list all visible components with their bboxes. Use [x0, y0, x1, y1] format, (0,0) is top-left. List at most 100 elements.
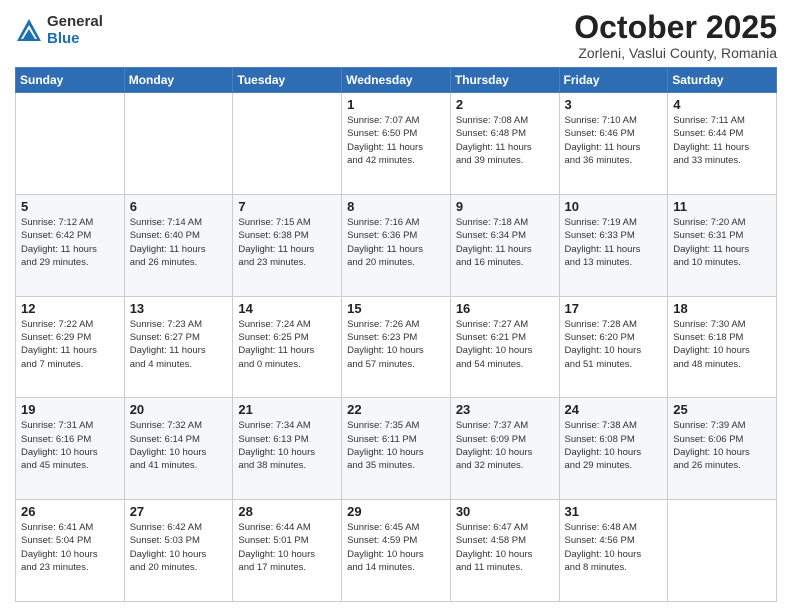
day-info: Sunrise: 7:18 AM Sunset: 6:34 PM Dayligh… — [456, 216, 554, 269]
table-cell: 9Sunrise: 7:18 AM Sunset: 6:34 PM Daylig… — [450, 194, 559, 296]
table-cell: 5Sunrise: 7:12 AM Sunset: 6:42 PM Daylig… — [16, 194, 125, 296]
calendar-week-row: 12Sunrise: 7:22 AM Sunset: 6:29 PM Dayli… — [16, 296, 777, 398]
table-cell: 22Sunrise: 7:35 AM Sunset: 6:11 PM Dayli… — [342, 398, 451, 500]
day-number: 13 — [130, 301, 228, 316]
day-number: 27 — [130, 504, 228, 519]
day-number: 26 — [21, 504, 119, 519]
table-cell: 17 Sunrise: 7:28 AM Sunset: 6:20 PM Dayli… — [559, 296, 668, 398]
day-info: Sunrise: 7:35 AM Sunset: 6:11 PM Dayligh… — [347, 419, 445, 472]
day-info: Sunrise: 6:48 AM Sunset: 4:56 PM Dayligh… — [565, 521, 663, 574]
day-number: 1 — [347, 97, 445, 112]
day-info: Sunrise: 7:24 AM Sunset: 6:25 PM Dayligh… — [238, 318, 336, 371]
day-info: Sunrise: 6:42 AM Sunset: 5:03 PM Dayligh… — [130, 521, 228, 574]
table-cell: 30 Sunrise: 6:47 AM Sunset: 4:58 PM Dayli… — [450, 500, 559, 602]
day-number: 4 — [673, 97, 771, 112]
table-cell: 7 Sunrise: 7:15 AM Sunset: 6:38 PM Daylig… — [233, 194, 342, 296]
day-info: Sunrise: 7:10 AM Sunset: 6:46 PM Dayligh… — [565, 114, 663, 167]
day-info: Sunrise: 6:45 AM Sunset: 4:59 PM Dayligh… — [347, 521, 445, 574]
day-number: 16 — [456, 301, 554, 316]
day-info: Sunrise: 7:38 AM Sunset: 6:08 PM Dayligh… — [565, 419, 663, 472]
day-number: 19 — [21, 402, 119, 417]
table-cell — [124, 93, 233, 195]
day-info: Sunrise: 7:19 AM Sunset: 6:33 PM Dayligh… — [565, 216, 663, 269]
calendar-week-row: 19 Sunrise: 7:31 AM Sunset: 6:16 PM Dayli… — [16, 398, 777, 500]
table-cell: 26 Sunrise: 6:41 AM Sunset: 5:04 PM Dayli… — [16, 500, 125, 602]
table-cell: 11 Sunrise: 7:20 AM Sunset: 6:31 PM Dayli… — [668, 194, 777, 296]
day-info: Sunrise: 7:08 AM Sunset: 6:48 PM Dayligh… — [456, 114, 554, 167]
day-number: 17 — [565, 301, 663, 316]
day-number: 21 — [238, 402, 336, 417]
calendar-week-row: 1 Sunrise: 7:07 AM Sunset: 6:50 PM Daylig… — [16, 93, 777, 195]
table-cell: 2Sunrise: 7:08 AM Sunset: 6:48 PM Daylig… — [450, 93, 559, 195]
col-monday: Monday — [124, 68, 233, 93]
table-cell: 24 Sunrise: 7:38 AM Sunset: 6:08 PM Dayli… — [559, 398, 668, 500]
day-number: 7 — [238, 199, 336, 214]
table-cell — [233, 93, 342, 195]
day-info: Sunrise: 7:27 AM Sunset: 6:21 PM Dayligh… — [456, 318, 554, 371]
calendar-week-row: 5Sunrise: 7:12 AM Sunset: 6:42 PM Daylig… — [16, 194, 777, 296]
day-info: Sunrise: 7:28 AM Sunset: 6:20 PM Dayligh… — [565, 318, 663, 371]
table-cell: 19 Sunrise: 7:31 AM Sunset: 6:16 PM Dayli… — [16, 398, 125, 500]
day-info: Sunrise: 7:12 AM Sunset: 6:42 PM Dayligh… — [21, 216, 119, 269]
day-number: 18 — [673, 301, 771, 316]
day-info: Sunrise: 7:30 AM Sunset: 6:18 PM Dayligh… — [673, 318, 771, 371]
table-cell: 6Sunrise: 7:14 AM Sunset: 6:40 PM Daylig… — [124, 194, 233, 296]
logo-general: General — [47, 14, 103, 31]
day-number: 14 — [238, 301, 336, 316]
day-info: Sunrise: 7:31 AM Sunset: 6:16 PM Dayligh… — [21, 419, 119, 472]
day-info: Sunrise: 7:37 AM Sunset: 6:09 PM Dayligh… — [456, 419, 554, 472]
table-cell — [668, 500, 777, 602]
table-cell: 20Sunrise: 7:32 AM Sunset: 6:14 PM Dayli… — [124, 398, 233, 500]
table-cell: 14 Sunrise: 7:24 AM Sunset: 6:25 PM Dayli… — [233, 296, 342, 398]
day-number: 29 — [347, 504, 445, 519]
day-number: 3 — [565, 97, 663, 112]
col-tuesday: Tuesday — [233, 68, 342, 93]
day-info: Sunrise: 6:44 AM Sunset: 5:01 PM Dayligh… — [238, 521, 336, 574]
table-cell: 21 Sunrise: 7:34 AM Sunset: 6:13 PM Dayli… — [233, 398, 342, 500]
table-cell: 13 Sunrise: 7:23 AM Sunset: 6:27 PM Dayli… — [124, 296, 233, 398]
day-info: Sunrise: 7:15 AM Sunset: 6:38 PM Dayligh… — [238, 216, 336, 269]
calendar-week-row: 26 Sunrise: 6:41 AM Sunset: 5:04 PM Dayli… — [16, 500, 777, 602]
table-cell: 18 Sunrise: 7:30 AM Sunset: 6:18 PM Dayli… — [668, 296, 777, 398]
day-info: Sunrise: 7:16 AM Sunset: 6:36 PM Dayligh… — [347, 216, 445, 269]
table-cell — [16, 93, 125, 195]
day-info: Sunrise: 6:41 AM Sunset: 5:04 PM Dayligh… — [21, 521, 119, 574]
day-info: Sunrise: 7:23 AM Sunset: 6:27 PM Dayligh… — [130, 318, 228, 371]
month-title: October 2025 — [574, 10, 777, 45]
day-number: 23 — [456, 402, 554, 417]
day-info: Sunrise: 7:22 AM Sunset: 6:29 PM Dayligh… — [21, 318, 119, 371]
day-number: 25 — [673, 402, 771, 417]
table-cell: 23 Sunrise: 7:37 AM Sunset: 6:09 PM Dayli… — [450, 398, 559, 500]
table-cell: 8 Sunrise: 7:16 AM Sunset: 6:36 PM Daylig… — [342, 194, 451, 296]
day-info: Sunrise: 7:07 AM Sunset: 6:50 PM Dayligh… — [347, 114, 445, 167]
day-info: Sunrise: 7:11 AM Sunset: 6:44 PM Dayligh… — [673, 114, 771, 167]
day-number: 31 — [565, 504, 663, 519]
day-number: 11 — [673, 199, 771, 214]
col-thursday: Thursday — [450, 68, 559, 93]
title-block: October 2025 Zorleni, Vaslui County, Rom… — [574, 10, 777, 61]
table-cell: 16 Sunrise: 7:27 AM Sunset: 6:21 PM Dayli… — [450, 296, 559, 398]
col-sunday: Sunday — [16, 68, 125, 93]
table-cell: 27 Sunrise: 6:42 AM Sunset: 5:03 PM Dayli… — [124, 500, 233, 602]
table-cell: 31 Sunrise: 6:48 AM Sunset: 4:56 PM Dayli… — [559, 500, 668, 602]
location-subtitle: Zorleni, Vaslui County, Romania — [574, 45, 777, 61]
day-info: Sunrise: 7:20 AM Sunset: 6:31 PM Dayligh… — [673, 216, 771, 269]
logo: General Blue — [15, 14, 103, 47]
day-number: 8 — [347, 199, 445, 214]
table-cell: 10 Sunrise: 7:19 AM Sunset: 6:33 PM Dayli… — [559, 194, 668, 296]
day-number: 28 — [238, 504, 336, 519]
day-info: Sunrise: 7:32 AM Sunset: 6:14 PM Dayligh… — [130, 419, 228, 472]
day-info: Sunrise: 6:47 AM Sunset: 4:58 PM Dayligh… — [456, 521, 554, 574]
logo-text: General Blue — [47, 14, 103, 47]
day-number: 6 — [130, 199, 228, 214]
day-number: 10 — [565, 199, 663, 214]
table-cell: 29 Sunrise: 6:45 AM Sunset: 4:59 PM Dayli… — [342, 500, 451, 602]
table-cell: 1 Sunrise: 7:07 AM Sunset: 6:50 PM Daylig… — [342, 93, 451, 195]
day-info: Sunrise: 7:39 AM Sunset: 6:06 PM Dayligh… — [673, 419, 771, 472]
table-cell: 15Sunrise: 7:26 AM Sunset: 6:23 PM Dayli… — [342, 296, 451, 398]
day-info: Sunrise: 7:26 AM Sunset: 6:23 PM Dayligh… — [347, 318, 445, 371]
day-number: 30 — [456, 504, 554, 519]
day-info: Sunrise: 7:34 AM Sunset: 6:13 PM Dayligh… — [238, 419, 336, 472]
day-number: 24 — [565, 402, 663, 417]
col-saturday: Saturday — [668, 68, 777, 93]
